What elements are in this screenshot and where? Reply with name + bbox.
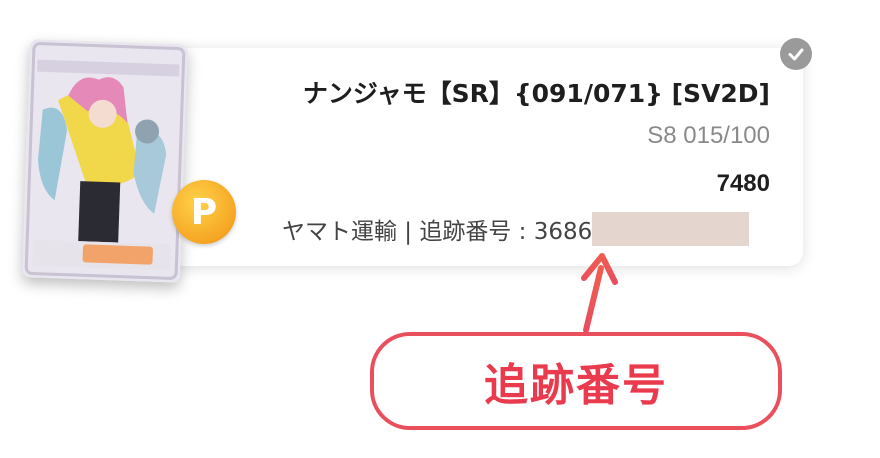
points-coin-label: P [190, 191, 218, 233]
product-price: 7480 [716, 170, 770, 197]
annotation-arrow-icon [581, 253, 618, 333]
tracking-text: ヤマト運輸 | 追跡番号 : 3686 [282, 219, 593, 245]
product-title: ナンジャモ【SR】{091/071} [SV2D] [302, 79, 770, 108]
annotation-label: 追跡番号 [484, 360, 668, 411]
annotation-callout: 追跡番号 [370, 332, 782, 430]
check-icon [780, 38, 812, 70]
tracking-redaction [592, 212, 750, 246]
points-coin-icon: P [172, 180, 236, 244]
trading-card-image [21, 39, 189, 283]
order-screen: P ナンジャモ【SR】{091/071} [SV2D] S8 015/100 7… [0, 0, 880, 458]
tracking-info: ヤマト運輸 | 追跡番号 : 3686 [282, 212, 750, 246]
product-set-number: S8 015/100 [647, 122, 770, 149]
